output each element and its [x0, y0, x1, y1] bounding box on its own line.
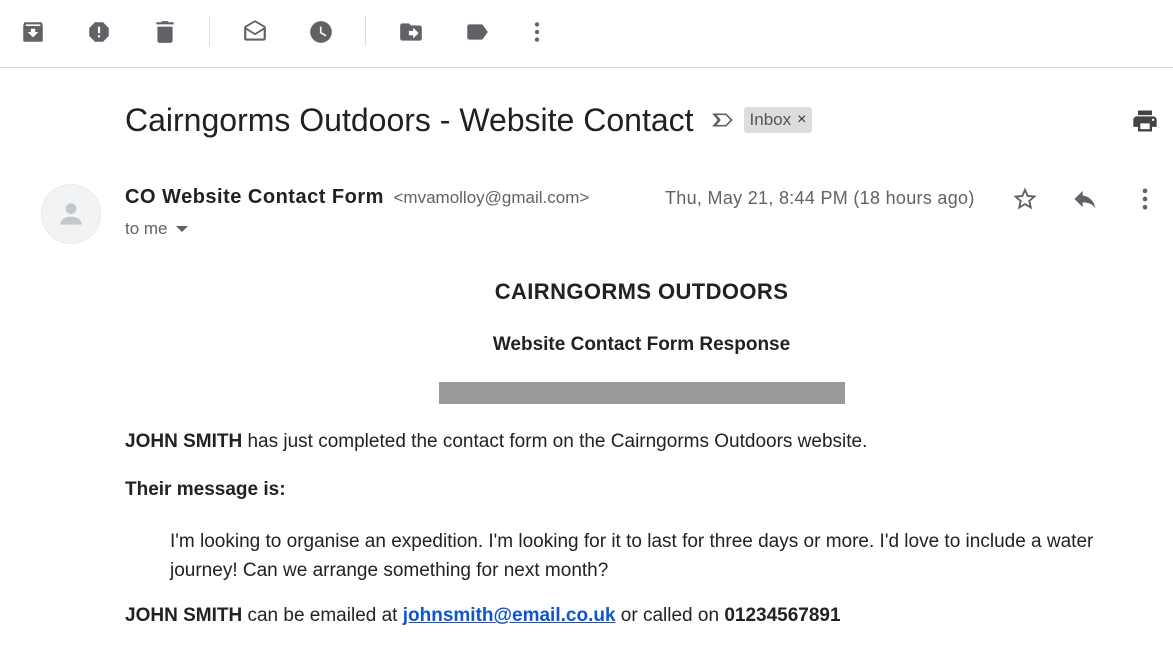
contact-phone: 01234567891 [724, 605, 841, 626]
contact-name: JOHN SMITH [125, 431, 243, 452]
avatar[interactable] [41, 184, 101, 244]
message-heading: Their message is: [125, 479, 286, 500]
labels-icon[interactable] [459, 14, 495, 50]
intro-text: has just completed the contact form on t… [242, 431, 868, 452]
message-text: I'm looking to organise an expedition. I… [170, 531, 1094, 581]
more-icon[interactable] [519, 14, 555, 50]
body-title: CAIRNGORMS OUTDOORS [494, 279, 789, 304]
toolbar-divider [365, 16, 366, 46]
snooze-icon[interactable] [303, 14, 339, 50]
recipient-label: to me [125, 219, 168, 238]
contact-text: can be emailed at [242, 605, 403, 626]
redaction-bar [439, 382, 845, 404]
move-to-icon[interactable] [393, 14, 429, 50]
toolbar [0, 0, 1173, 68]
remove-label-icon[interactable]: × [797, 111, 806, 129]
delete-icon[interactable] [147, 14, 183, 50]
reply-icon[interactable] [1066, 180, 1104, 218]
label-chip-text: Inbox [749, 110, 792, 129]
intro-paragraph: JOHN SMITH has just completed the contac… [125, 431, 867, 453]
report-spam-icon[interactable] [81, 14, 117, 50]
recipient-details[interactable]: to me [125, 219, 188, 239]
label-chip-inbox: Inbox × [743, 107, 813, 133]
body-subtitle: Website Contact Form Response [492, 334, 791, 355]
sender: CO Website Contact Form <mvamolloy@gmail… [125, 186, 589, 209]
importance-marker-icon[interactable] [710, 107, 736, 133]
subject-row: Cairngorms Outdoors - Website Contact In… [125, 98, 813, 142]
contact-paragraph: JOHN SMITH can be emailed at johnsmith@e… [125, 605, 841, 627]
archive-icon[interactable] [15, 14, 51, 50]
email-subject: Cairngorms Outdoors - Website Contact [125, 101, 694, 138]
sender-name[interactable]: CO Website Contact Form [125, 186, 384, 208]
print-icon[interactable] [1128, 104, 1162, 138]
email-date: Thu, May 21, 8:44 PM (18 hours ago) [665, 188, 975, 208]
contact-name: JOHN SMITH [125, 605, 243, 626]
contact-email-link[interactable]: johnsmith@email.co.uk [403, 605, 616, 626]
sender-email: <mvamolloy@gmail.com> [393, 188, 590, 207]
star-icon[interactable] [1006, 180, 1044, 218]
mark-unread-icon[interactable] [237, 14, 273, 50]
contact-text: or called on [615, 605, 725, 626]
chevron-down-icon[interactable] [175, 226, 188, 232]
toolbar-divider [209, 16, 210, 46]
more-options-icon[interactable] [1126, 180, 1164, 218]
